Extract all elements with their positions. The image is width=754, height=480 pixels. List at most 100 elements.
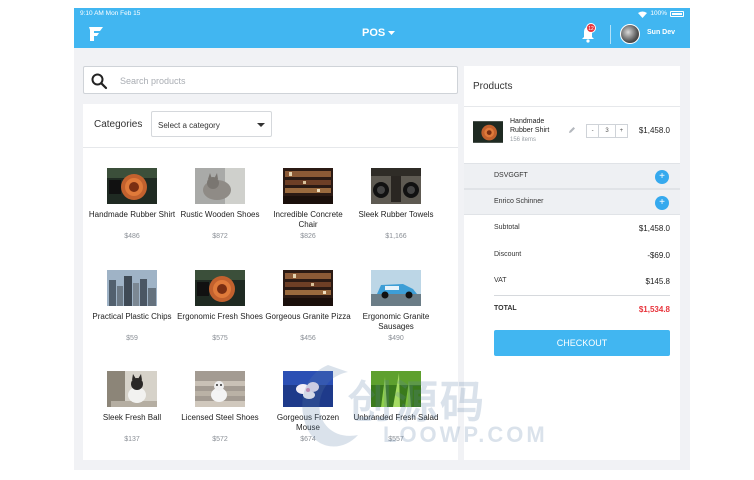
- total-value: $1,534.8: [638, 305, 670, 314]
- bottles-image: [371, 168, 421, 204]
- product-price: $59: [126, 335, 138, 342]
- vat-label: VAT: [494, 277, 507, 284]
- product-card[interactable]: Sleek Rubber Towels $1,166: [352, 168, 440, 240]
- product-name: Unbranded Fresh Salad: [353, 413, 439, 422]
- product-name: Gorgeous Granite Pizza: [265, 312, 351, 321]
- discount-label: Discount: [494, 251, 522, 258]
- chevron-down-icon: [388, 30, 396, 35]
- notification-badge: 12: [586, 23, 596, 33]
- battery-percent: 100%: [650, 10, 667, 17]
- app-logo-icon[interactable]: [86, 24, 106, 44]
- product-name: Sleek Fresh Ball: [102, 413, 162, 422]
- pos-title: POS: [362, 27, 386, 39]
- product-name: Incredible Concrete Chair: [273, 210, 343, 229]
- status-right: 100%: [638, 8, 684, 20]
- customer-band: DSVGGFT +: [464, 163, 680, 189]
- add-button[interactable]: +: [655, 170, 669, 184]
- vat-value: $145.8: [645, 277, 670, 286]
- pos-menu-dropdown[interactable]: POS: [362, 27, 396, 39]
- car-image: [371, 270, 421, 306]
- product-card[interactable]: Gorgeous Granite Pizza $456: [264, 270, 352, 342]
- product-card[interactable]: Handmade Rubber Shirt $486: [88, 168, 176, 240]
- discount-value: -$69.0: [647, 251, 670, 260]
- cart-panel: Products Handmade Rubber Shirt 156 items…: [464, 66, 680, 460]
- product-name: Handmade Rubber Shirt: [88, 210, 176, 219]
- total-label: TOTAL: [494, 305, 517, 312]
- product-price: $826: [300, 233, 316, 240]
- total-row: TOTAL $1,534.8: [494, 305, 670, 314]
- divider: [494, 295, 670, 296]
- grass-image: [371, 371, 421, 407]
- product-price: $486: [124, 233, 140, 240]
- product-name: Practical Plastic Chips: [92, 312, 172, 321]
- product-price: $490: [388, 335, 404, 342]
- divider: [464, 106, 680, 107]
- quantity-stepper: - 3 +: [586, 124, 628, 138]
- cart-item-name: Handmade Rubber Shirt: [510, 118, 550, 134]
- search-input[interactable]: [120, 73, 440, 89]
- quantity-value[interactable]: 3: [598, 125, 616, 137]
- checkout-button[interactable]: CHECKOUT: [494, 330, 670, 356]
- product-price: $1,166: [385, 233, 407, 240]
- avatar[interactable]: [620, 24, 640, 44]
- customer-band-label: DSVGGFT: [494, 172, 528, 179]
- bar-image: [283, 270, 333, 306]
- product-price: $674: [300, 436, 316, 443]
- product-card[interactable]: Sleek Fresh Ball $137: [88, 371, 176, 443]
- category-select-value: Select a category: [158, 121, 220, 130]
- product-price: $872: [212, 233, 228, 240]
- bar-image: [283, 168, 333, 204]
- cart-title: Products: [473, 81, 513, 92]
- vat-row: VAT $145.8: [494, 277, 670, 286]
- subtotal-value: $1,458.0: [638, 224, 670, 233]
- caret-down-icon: [257, 123, 265, 127]
- product-card[interactable]: Ergonomic Granite Sausages $490: [352, 270, 440, 342]
- cart-item-total: $1,458.0: [638, 126, 670, 135]
- status-bar: 9:10 AM Mon Feb 15 100%: [74, 8, 690, 20]
- cat-window-image: [107, 371, 157, 407]
- product-card[interactable]: Ergonomic Fresh Shoes $575: [176, 270, 264, 342]
- product-name: Gorgeous Frozen Mouse: [276, 413, 340, 432]
- search-icon: [91, 73, 108, 90]
- product-price: $557: [388, 436, 404, 443]
- product-card[interactable]: Gorgeous Frozen Mouse $674: [264, 371, 352, 443]
- subtotal-label: Subtotal: [494, 224, 520, 231]
- product-card[interactable]: Licensed Steel Shoes $572: [176, 371, 264, 443]
- user-name[interactable]: Sun Dev: [647, 29, 675, 36]
- discount-row: Discount -$69.0: [494, 251, 670, 260]
- category-header: Categories Select a category: [83, 104, 458, 148]
- battery-icon: [670, 11, 684, 17]
- add-button[interactable]: +: [655, 196, 669, 210]
- search-bar: [83, 66, 458, 94]
- product-price: $456: [300, 335, 316, 342]
- product-card[interactable]: Practical Plastic Chips $59: [88, 270, 176, 342]
- categories-label: Categories: [94, 119, 143, 130]
- product-catalog: Categories Select a category Handmade Ru…: [83, 104, 458, 460]
- product-name: Rustic Wooden Shoes: [180, 210, 260, 219]
- product-card[interactable]: Incredible Concrete Chair $826: [264, 168, 352, 240]
- wifi-icon: [638, 11, 648, 18]
- product-price: $137: [124, 436, 140, 443]
- status-time-date: 9:10 AM Mon Feb 15: [80, 10, 141, 17]
- decrement-button[interactable]: -: [587, 125, 598, 137]
- coil-image: [195, 270, 245, 306]
- customer-band-label: Enrico Schinner: [494, 198, 544, 205]
- city-image: [107, 270, 157, 306]
- product-card[interactable]: Unbranded Fresh Salad $557: [352, 371, 440, 443]
- product-name: Licensed Steel Shoes: [181, 413, 259, 422]
- cart-item-count: 156 items: [510, 137, 537, 143]
- app-bar: POS 12 Sun Dev: [74, 20, 690, 48]
- category-select[interactable]: Select a category: [151, 111, 272, 137]
- product-name: Ergonomic Granite Sausages: [362, 312, 430, 331]
- cat-image: [195, 168, 245, 204]
- pos-app: 9:10 AM Mon Feb 15 100% POS 12 Sun Dev S…: [74, 8, 690, 470]
- product-price: $575: [212, 335, 228, 342]
- product-card[interactable]: Rustic Wooden Shoes $872: [176, 168, 264, 240]
- pencil-icon[interactable]: [568, 126, 576, 134]
- coil-image: [473, 121, 503, 143]
- customer-band: Enrico Schinner +: [464, 189, 680, 215]
- cat-stairs-image: [195, 371, 245, 407]
- increment-button[interactable]: +: [616, 125, 627, 137]
- orchid-image: [283, 371, 333, 407]
- product-name: Ergonomic Fresh Shoes: [177, 312, 263, 321]
